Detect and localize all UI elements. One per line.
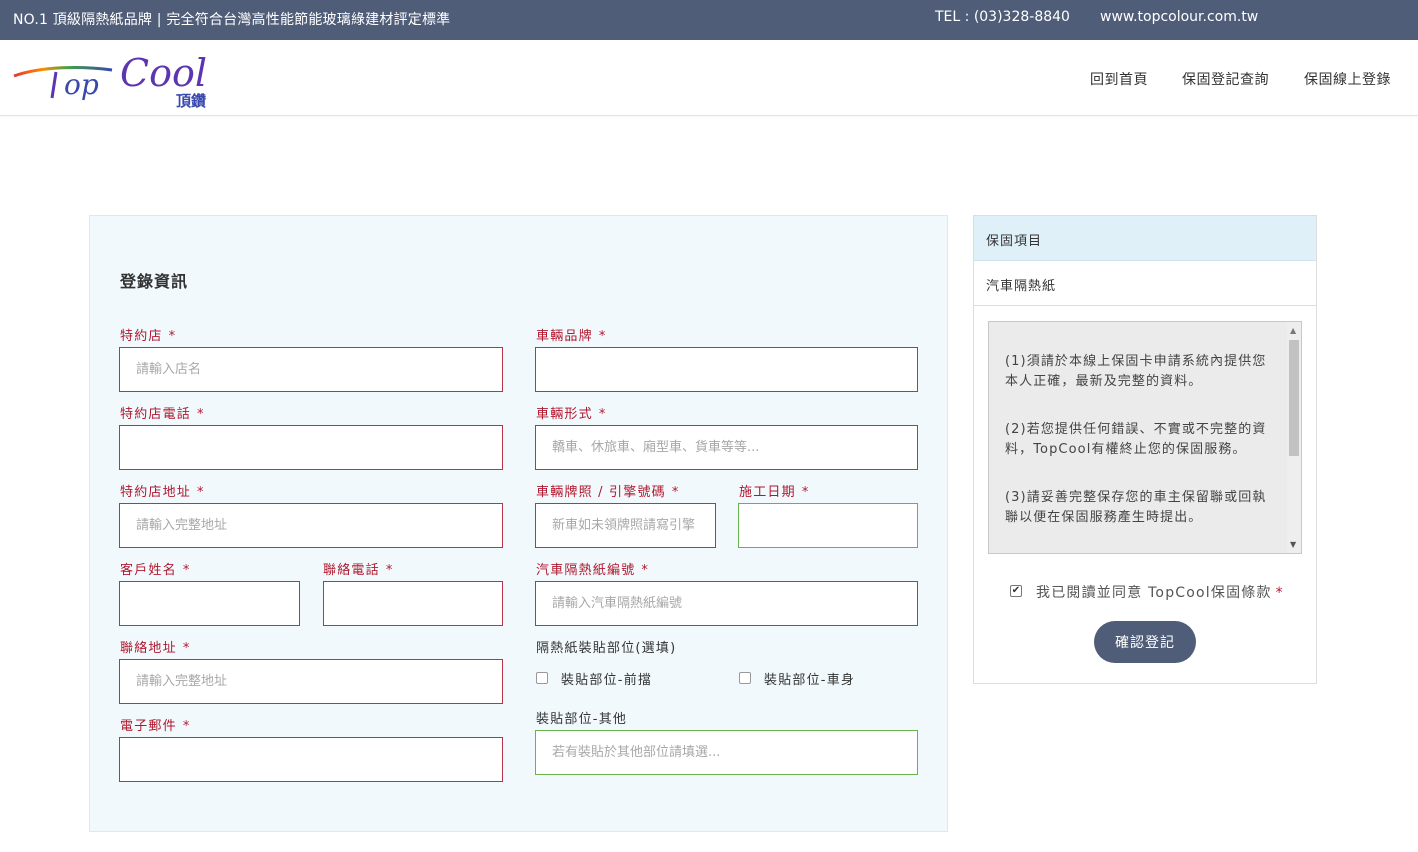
email-input[interactable] [119, 737, 503, 782]
terms-clause-3: (3)請妥善完整保存您的車主保留聯或回執聯以便在保固服務產生時提出。 [1005, 490, 1267, 525]
install-date-label: 施工日期 * [739, 485, 810, 500]
dealer-phone-label: 特約店電話 * [120, 407, 205, 422]
contact-phone-input[interactable] [323, 581, 503, 626]
film-number-input[interactable] [535, 581, 918, 626]
terms-text: (1)須請於本線上保固卡申請系統內提供您本人正確，最新及完整的資料。 (2)若您… [1005, 352, 1273, 553]
car-type-label: 車輛形式 * [536, 407, 607, 422]
terms-scrollbar[interactable]: ▲ ▼ [1287, 322, 1301, 553]
terms-clause-2: (2)若您提供任何錯誤、不實或不完整的資料，TopCool有權終止您的保固服務。 [1005, 422, 1267, 457]
car-type-input[interactable] [535, 425, 918, 470]
tagline: NO.1 頂級隔熱紙品牌 | 完全符合台灣高性能節能玻璃綠建材評定標準 [13, 12, 451, 28]
scroll-down-arrow-icon[interactable]: ▼ [1290, 540, 1296, 549]
position-body-label[interactable]: 裝貼部位-車身 [764, 669, 855, 688]
dealer-address-input[interactable] [119, 503, 503, 548]
form-title: 登錄資訊 [120, 272, 189, 291]
plate-label: 車輛牌照 / 引擎號碼 * [536, 485, 680, 500]
car-brand-label: 車輛品牌 * [536, 329, 607, 344]
scroll-thumb[interactable] [1289, 340, 1299, 456]
position-other-input[interactable] [535, 730, 918, 775]
confirm-register-button[interactable]: 確認登記 [1094, 621, 1196, 663]
phone-number: TEL : (03)328-8840 [935, 9, 1070, 25]
email-label: 電子郵件 * [120, 719, 191, 734]
agree-checkbox[interactable]: ✔ [1010, 585, 1022, 597]
dealer-address-label: 特約店地址 * [120, 485, 205, 500]
svg-text:頂鑽: 頂鑽 [176, 92, 206, 110]
customer-name-input[interactable] [119, 581, 300, 626]
svg-text:op: op [64, 68, 99, 101]
position-other-label: 裝貼部位-其他 [536, 712, 628, 727]
scroll-up-arrow-icon[interactable]: ▲ [1290, 326, 1296, 335]
dealer-input[interactable] [119, 347, 503, 392]
car-brand-input[interactable] [535, 347, 918, 392]
terms-clause-1: (1)須請於本線上保固卡申請系統內提供您本人正確，最新及完整的資料。 [1005, 354, 1267, 389]
topcool-logo[interactable]: op Cool 頂鑽 [12, 48, 232, 110]
contact-address-label: 聯絡地址 * [120, 641, 191, 656]
film-number-label: 汽車隔熱紙編號 * [536, 563, 650, 578]
warranty-item-header: 保固項目 [974, 216, 1316, 261]
position-front-label[interactable]: 裝貼部位-前擋 [561, 669, 652, 688]
position-body-checkbox[interactable] [739, 672, 751, 684]
install-date-input[interactable] [738, 503, 918, 548]
dealer-phone-input[interactable] [119, 425, 503, 470]
plate-input[interactable] [535, 503, 716, 548]
agree-label[interactable]: 我已閱讀並同意 TopCool保固條款 * [1036, 582, 1284, 602]
warranty-item: 汽車隔熱紙 [974, 261, 1316, 306]
dealer-label: 特約店 * [120, 329, 177, 344]
nav-home[interactable]: 回到首頁 [1090, 69, 1148, 89]
nav-warranty-register[interactable]: 保固線上登錄 [1304, 69, 1391, 89]
svg-text:Cool: Cool [120, 51, 207, 95]
position-front-checkbox[interactable] [536, 672, 548, 684]
terms-textarea[interactable]: (1)須請於本線上保固卡申請系統內提供您本人正確，最新及完整的資料。 (2)若您… [988, 321, 1302, 554]
contact-address-input[interactable] [119, 659, 503, 704]
position-title: 隔熱紙裝貼部位(選填) [536, 641, 677, 656]
contact-phone-label: 聯絡電話 * [323, 563, 394, 578]
top-info-bar: NO.1 頂級隔熱紙品牌 | 完全符合台灣高性能節能玻璃綠建材評定標準 TEL … [0, 0, 1418, 40]
site-header: op Cool 頂鑽 回到首頁 保固登記查詢 保固線上登錄 [0, 40, 1418, 116]
website-link[interactable]: www.topcolour.com.tw [1100, 9, 1258, 25]
customer-name-label: 客戶姓名 * [120, 563, 191, 578]
nav-warranty-query[interactable]: 保固登記查詢 [1182, 69, 1269, 89]
